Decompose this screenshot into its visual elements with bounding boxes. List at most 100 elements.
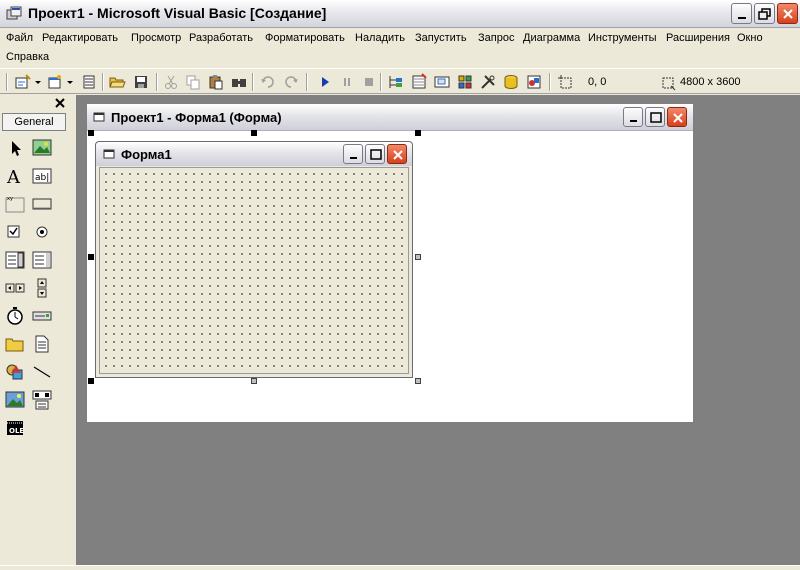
- form1-close-button[interactable]: [387, 144, 407, 164]
- combobox-tool-icon[interactable]: [4, 249, 26, 271]
- pointer-tool-icon[interactable]: [4, 137, 26, 159]
- menu-query[interactable]: Запрос: [478, 32, 514, 44]
- vb-app-icon[interactable]: [6, 6, 22, 22]
- image-tool-icon[interactable]: [4, 389, 26, 411]
- picturebox-tool-icon[interactable]: [31, 137, 53, 159]
- menu-window[interactable]: Окно: [737, 32, 763, 44]
- svg-text:ab|: ab|: [35, 173, 49, 183]
- menu-view[interactable]: Просмотр: [131, 32, 181, 44]
- toolbox-close-icon[interactable]: [54, 97, 66, 109]
- undo-icon[interactable]: [259, 73, 277, 91]
- position-readout: 0, 0: [588, 76, 607, 88]
- component-manager-icon[interactable]: [525, 73, 543, 91]
- menu-bar: Файл Редактировать Просмотр Разработать …: [0, 29, 800, 67]
- resize-handle[interactable]: [88, 130, 94, 136]
- menu-format[interactable]: Форматировать: [265, 32, 345, 44]
- redo-icon[interactable]: [282, 73, 300, 91]
- ole-tool-icon[interactable]: OLE: [4, 417, 26, 439]
- commandbutton-tool-icon[interactable]: [31, 193, 53, 215]
- resize-handle[interactable]: [88, 254, 94, 260]
- listbox-tool-icon[interactable]: [31, 249, 53, 271]
- toolbox-general-tab[interactable]: General: [2, 113, 66, 131]
- form-layout-icon[interactable]: [433, 73, 451, 91]
- break-icon[interactable]: [338, 73, 356, 91]
- project-explorer-icon[interactable]: [387, 73, 405, 91]
- minimize-icon: [738, 17, 746, 19]
- close-button[interactable]: [777, 3, 798, 24]
- add-project-dropdown-icon[interactable]: [34, 73, 42, 91]
- properties-window-icon[interactable]: [410, 73, 428, 91]
- data-tool-icon[interactable]: [31, 389, 53, 411]
- cut-icon[interactable]: [162, 73, 180, 91]
- open-icon[interactable]: [108, 73, 126, 91]
- designer-titlebar[interactable]: Проект1 - Форма1 (Форма): [87, 104, 693, 131]
- resize-handle[interactable]: [415, 378, 421, 384]
- form1[interactable]: Форма1: [95, 141, 413, 378]
- menu-diagram[interactable]: Диаграмма: [523, 32, 580, 44]
- dirlistbox-tool-icon[interactable]: [4, 333, 26, 355]
- menu-edit[interactable]: Редактировать: [42, 32, 118, 44]
- add-form-dropdown-icon[interactable]: [66, 73, 74, 91]
- object-browser-icon[interactable]: [456, 73, 474, 91]
- paste-icon[interactable]: [207, 73, 225, 91]
- resize-handle[interactable]: [251, 130, 257, 136]
- toolbar-grip[interactable]: [6, 73, 8, 91]
- toolbar-separator: [102, 73, 104, 91]
- timer-tool-icon[interactable]: [4, 305, 26, 327]
- menu-help[interactable]: Справка: [6, 51, 49, 63]
- restore-icon: [758, 8, 771, 20]
- save-icon[interactable]: [132, 73, 150, 91]
- hscrollbar-tool-icon[interactable]: [4, 277, 26, 299]
- add-project-icon[interactable]: [14, 73, 32, 91]
- copy-icon[interactable]: [184, 73, 202, 91]
- svg-text:xy: xy: [7, 196, 13, 202]
- line-tool-icon[interactable]: [31, 361, 53, 383]
- form1-client-area[interactable]: [99, 167, 409, 374]
- resize-handle[interactable]: [415, 254, 421, 260]
- resize-handle[interactable]: [251, 378, 257, 384]
- resize-handle[interactable]: [415, 130, 421, 136]
- start-icon[interactable]: [316, 73, 334, 91]
- app-titlebar[interactable]: Проект1 - Microsoft Visual Basic [Создан…: [0, 0, 800, 28]
- textbox-tool-icon[interactable]: ab|: [31, 165, 53, 187]
- toolbar-separator: [306, 73, 308, 91]
- menu-file[interactable]: Файл: [6, 32, 33, 44]
- end-icon[interactable]: [360, 73, 378, 91]
- menu-tools[interactable]: Инструменты: [588, 32, 657, 44]
- frame-tool-icon[interactable]: xy: [4, 193, 26, 215]
- label-tool-icon[interactable]: A: [4, 165, 26, 187]
- svg-text:A: A: [6, 167, 21, 187]
- toolbar-separator: [549, 73, 551, 91]
- menu-debug[interactable]: Наладить: [355, 32, 405, 44]
- standard-toolbar: 0, 0 4800 x 3600: [0, 68, 800, 94]
- maximize-icon: [650, 112, 662, 123]
- menu-editor-icon[interactable]: [80, 73, 98, 91]
- toolbox-icon[interactable]: [479, 73, 497, 91]
- add-form-icon[interactable]: [46, 73, 64, 91]
- designer-minimize-button[interactable]: [623, 107, 643, 127]
- shape-tool-icon[interactable]: [4, 361, 26, 383]
- minimize-button[interactable]: [731, 3, 752, 24]
- optionbutton-tool-icon[interactable]: [31, 221, 53, 243]
- drivelistbox-tool-icon[interactable]: [31, 305, 53, 327]
- filelistbox-tool-icon[interactable]: [31, 333, 53, 355]
- menu-run[interactable]: Запустить: [415, 32, 467, 44]
- menu-project[interactable]: Разработать: [189, 32, 253, 44]
- restore-button[interactable]: [754, 3, 775, 24]
- find-icon[interactable]: [230, 73, 248, 91]
- form1-titlebar[interactable]: Форма1: [96, 142, 412, 166]
- toolbar-separator: [380, 73, 382, 91]
- vscrollbar-tool-icon[interactable]: [31, 277, 53, 299]
- data-view-icon[interactable]: [502, 73, 520, 91]
- designer-maximize-button[interactable]: [645, 107, 665, 127]
- resize-handle[interactable]: [88, 378, 94, 384]
- designer-close-button[interactable]: [667, 107, 687, 127]
- form-icon: [93, 112, 105, 122]
- form1-minimize-button[interactable]: [343, 144, 363, 164]
- size-readout: 4800 x 3600: [680, 76, 741, 88]
- form1-maximize-button[interactable]: [365, 144, 385, 164]
- close-icon: [673, 113, 683, 123]
- toolbox-panel: General A ab| xy OLE: [0, 95, 72, 565]
- checkbox-tool-icon[interactable]: [4, 221, 26, 243]
- menu-addins[interactable]: Расширения: [666, 32, 730, 44]
